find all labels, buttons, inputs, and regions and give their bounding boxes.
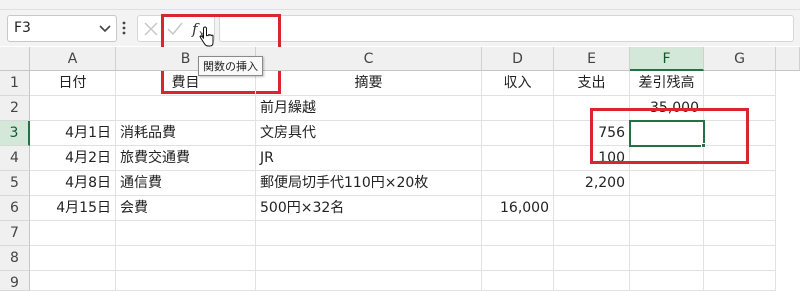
cell-b4[interactable]: 旅費交通費 (116, 146, 256, 171)
cell-c9[interactable] (256, 271, 482, 291)
cell-e8[interactable] (554, 246, 630, 271)
cells-annotation-box (590, 108, 749, 164)
name-box[interactable]: F3 (7, 15, 117, 42)
cell-c5[interactable]: 郵便局切手代110円×20枚 (256, 171, 482, 196)
cell-e7[interactable] (554, 221, 630, 246)
cell-e9[interactable] (554, 271, 630, 291)
cell-f9[interactable] (630, 271, 704, 291)
cell-f6[interactable] (630, 196, 704, 221)
more-options-icon[interactable] (121, 19, 127, 37)
column-header-g[interactable]: G (704, 47, 776, 71)
fx-tooltip: 関数の挿入 (198, 56, 263, 76)
column-header-c[interactable]: C (256, 47, 482, 71)
column-header-f[interactable]: F (630, 47, 704, 71)
cell-b3[interactable]: 消耗品費 (116, 121, 256, 146)
row-header-4[interactable]: 4 (0, 146, 30, 171)
cell-f5[interactable] (630, 171, 704, 196)
cell-g7[interactable] (704, 221, 776, 246)
formula-bar: F3 f x (0, 10, 800, 94)
row-header-5[interactable]: 5 (0, 171, 30, 196)
cell-d3[interactable] (482, 121, 554, 146)
cell-e1[interactable]: 支出 (554, 71, 630, 96)
column-header-h[interactable] (776, 47, 800, 71)
column-header-e[interactable]: E (554, 47, 630, 71)
cell-c6[interactable]: 500円×32名 (256, 196, 482, 221)
row-header-9[interactable]: 9 (0, 271, 30, 291)
row-header-1[interactable]: 1 (0, 71, 30, 96)
column-header-d[interactable]: D (482, 47, 554, 71)
cell-b7[interactable] (116, 221, 256, 246)
cell-d1[interactable]: 収入 (482, 71, 554, 96)
cell-d7[interactable] (482, 221, 554, 246)
cell-g9[interactable] (704, 271, 776, 291)
cell-e6[interactable] (554, 196, 630, 221)
cell-e5[interactable]: 2,200 (554, 171, 630, 196)
cell-a2[interactable] (30, 96, 116, 121)
cell-a7[interactable] (30, 221, 116, 246)
cell-d9[interactable] (482, 271, 554, 291)
cell-d4[interactable] (482, 146, 554, 171)
hand-cursor-icon (199, 26, 214, 47)
cell-a1[interactable]: 日付 (30, 71, 116, 96)
formula-input[interactable] (219, 15, 794, 42)
cell-d5[interactable] (482, 171, 554, 196)
cell-c1[interactable]: 摘要 (256, 71, 482, 96)
select-all-corner[interactable] (0, 47, 30, 71)
cell-c3[interactable]: 文房具代 (256, 121, 482, 146)
row-header-6[interactable]: 6 (0, 196, 30, 221)
cell-b2[interactable] (116, 96, 256, 121)
cell-f7[interactable] (630, 221, 704, 246)
cell-a6[interactable]: 4月15日 (30, 196, 116, 221)
cell-f1[interactable]: 差引残高 (630, 71, 704, 96)
row-header-2[interactable]: 2 (0, 96, 30, 121)
cell-d8[interactable] (482, 246, 554, 271)
cell-g5[interactable] (704, 171, 776, 196)
chevron-down-icon[interactable] (96, 17, 114, 41)
cell-f8[interactable] (630, 246, 704, 271)
cell-c4[interactable]: JR (256, 146, 482, 171)
close-icon[interactable] (140, 18, 162, 40)
cell-a5[interactable]: 4月8日 (30, 171, 116, 196)
cell-a8[interactable] (30, 246, 116, 271)
row-header-7[interactable]: 7 (0, 221, 30, 246)
cell-c7[interactable] (256, 221, 482, 246)
row-header-3[interactable]: 3 (0, 121, 30, 146)
cell-c8[interactable] (256, 246, 482, 271)
column-header-a[interactable]: A (30, 47, 116, 71)
cell-a9[interactable] (30, 271, 116, 291)
cell-a3[interactable]: 4月1日 (30, 121, 116, 146)
cell-g8[interactable] (704, 246, 776, 271)
cell-c2[interactable]: 前月繰越 (256, 96, 482, 121)
cell-d6[interactable]: 16,000 (482, 196, 554, 221)
cell-a4[interactable]: 4月2日 (30, 146, 116, 171)
cell-b6[interactable]: 会費 (116, 196, 256, 221)
cell-d2[interactable] (482, 96, 554, 121)
row-header-8[interactable]: 8 (0, 246, 30, 271)
window-top-strip (0, 0, 800, 10)
cell-g6[interactable] (704, 196, 776, 221)
cell-b8[interactable] (116, 246, 256, 271)
cell-b9[interactable] (116, 271, 256, 291)
cell-g1[interactable] (704, 71, 776, 96)
cell-b5[interactable]: 通信費 (116, 171, 256, 196)
name-box-value: F3 (14, 20, 31, 36)
